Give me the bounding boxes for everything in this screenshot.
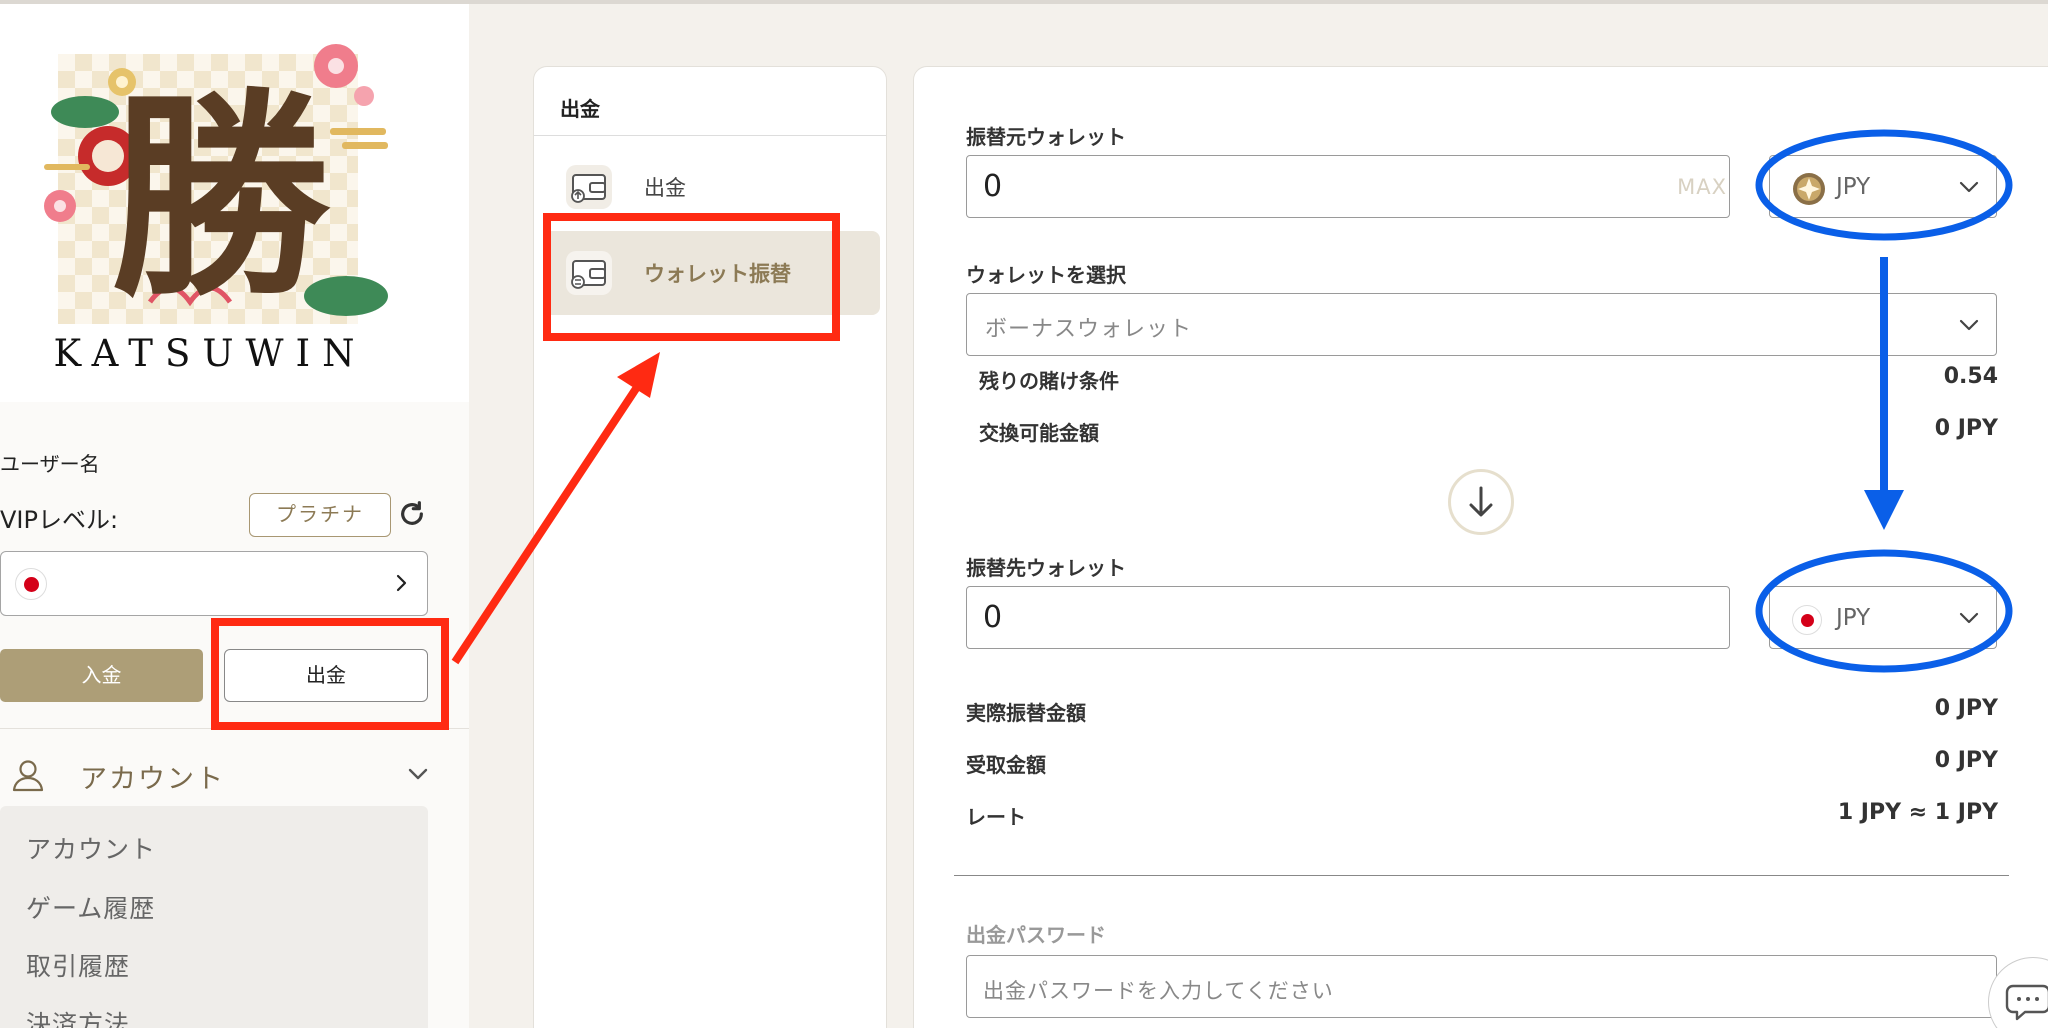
exchangeable-amount-label: 交換可能金額 — [979, 421, 1099, 445]
select-wallet-label: ウォレットを選択 — [966, 263, 1126, 287]
received-amount-label: 受取金額 — [966, 753, 1046, 777]
wallet-select[interactable]: ボーナスウォレット — [966, 293, 1997, 356]
to-amount-input[interactable]: 0 — [966, 586, 1730, 649]
remaining-wager-value: 0.54 — [1943, 364, 1998, 389]
wallet-transfer-icon — [566, 251, 612, 295]
currency-selector[interactable] — [0, 551, 428, 616]
arrow-down-icon — [1469, 486, 1493, 517]
from-amount-value: 0 — [983, 169, 1003, 204]
chat-icon — [2005, 984, 2048, 1021]
exchangeable-amount-value: 0 JPY — [1934, 416, 1998, 441]
user-icon — [12, 760, 44, 792]
rate-value: 1 JPY ≈ 1 JPY — [1837, 800, 1998, 825]
sidebar-divider — [0, 728, 469, 729]
chevron-right-icon — [396, 574, 407, 592]
menu-item-wallet-transfer[interactable]: ウォレット振替 — [544, 231, 880, 315]
withdraw-button[interactable]: 出金 — [224, 649, 428, 702]
actual-transfer-label: 実際振替金額 — [966, 701, 1086, 725]
chevron-down-icon — [408, 768, 428, 780]
vip-level-badge: プラチナ — [249, 493, 391, 537]
from-currency-select[interactable]: JPY — [1769, 155, 1997, 218]
wallet-transfer-form: 振替元ウォレット 0 MAX JPY ウォレットを選択 ボーナスウォレット 残り… — [913, 66, 2048, 1028]
form-divider — [954, 875, 2009, 876]
from-wallet-label: 振替元ウォレット — [966, 125, 1126, 149]
received-amount-value: 0 JPY — [1934, 748, 1998, 773]
chevron-down-icon — [1959, 319, 1979, 331]
withdraw-menu-title: 出金 — [560, 97, 600, 121]
from-currency-text: JPY — [1836, 174, 1871, 200]
account-submenu: アカウント ゲーム履歴 取引履歴 決済方法 — [0, 806, 428, 1028]
username-label: ユーザー名 — [0, 452, 100, 476]
refresh-icon[interactable] — [396, 498, 428, 530]
chevron-down-icon — [1959, 612, 1979, 624]
wallet-select-value: ボーナスウォレット — [985, 317, 1193, 342]
withdraw-password-input[interactable]: 出金パスワードを入力してください — [966, 955, 1997, 1018]
brand-wordmark: KATSUWIN — [53, 332, 367, 375]
menu-item-withdraw-label: 出金 — [644, 176, 686, 200]
menu-item-payment-methods[interactable]: 決済方法 — [26, 1005, 130, 1028]
max-button[interactable]: MAX — [1677, 175, 1727, 199]
deposit-button[interactable]: 入金 — [0, 649, 203, 702]
withdraw-password-label: 出金パスワード — [966, 923, 1106, 947]
to-currency-text: JPY — [1836, 605, 1871, 631]
vip-level-label: VIPレベル: — [0, 506, 119, 534]
wallet-withdraw-icon — [566, 165, 612, 209]
japan-flag-icon — [1792, 605, 1822, 635]
to-amount-value: 0 — [983, 600, 1003, 635]
withdraw-password-placeholder: 出金パスワードを入力してください — [983, 979, 1334, 1003]
japan-flag-icon — [15, 568, 47, 600]
remaining-wager-label: 残りの賭け条件 — [979, 369, 1119, 393]
withdraw-menu-divider — [534, 135, 886, 136]
actual-transfer-value: 0 JPY — [1934, 696, 1998, 721]
transfer-direction-button[interactable] — [1448, 469, 1514, 535]
menu-item-account[interactable]: アカウント — [26, 830, 156, 866]
to-wallet-label: 振替先ウォレット — [966, 556, 1126, 580]
menu-item-game-history[interactable]: ゲーム履歴 — [26, 889, 155, 925]
to-currency-select[interactable]: JPY — [1769, 586, 1997, 649]
from-amount-input[interactable]: 0 MAX — [966, 155, 1730, 218]
account-section-toggle[interactable]: アカウント — [0, 749, 440, 797]
coin-icon — [1793, 173, 1825, 205]
logo-artwork-icon: 勝 — [44, 44, 388, 326]
rate-label: レート — [966, 805, 1026, 829]
chevron-down-icon — [1959, 181, 1979, 193]
menu-item-transaction-history[interactable]: 取引履歴 — [26, 947, 130, 983]
menu-item-wallet-transfer-label: ウォレット振替 — [644, 262, 791, 286]
brand-logo[interactable]: 勝 KATSUWIN — [0, 4, 469, 402]
withdraw-menu-panel: 出金 出金 ウォレット振替 — [533, 66, 887, 1028]
sidebar: 勝 KATSUWIN ユーザー名 VIPレベル: プラチナ 入金 出金 アカウン… — [0, 4, 469, 1028]
account-section-title: アカウント — [80, 764, 225, 795]
menu-item-withdraw[interactable]: 出金 — [544, 145, 880, 229]
svg-text:勝: 勝 — [110, 67, 331, 326]
